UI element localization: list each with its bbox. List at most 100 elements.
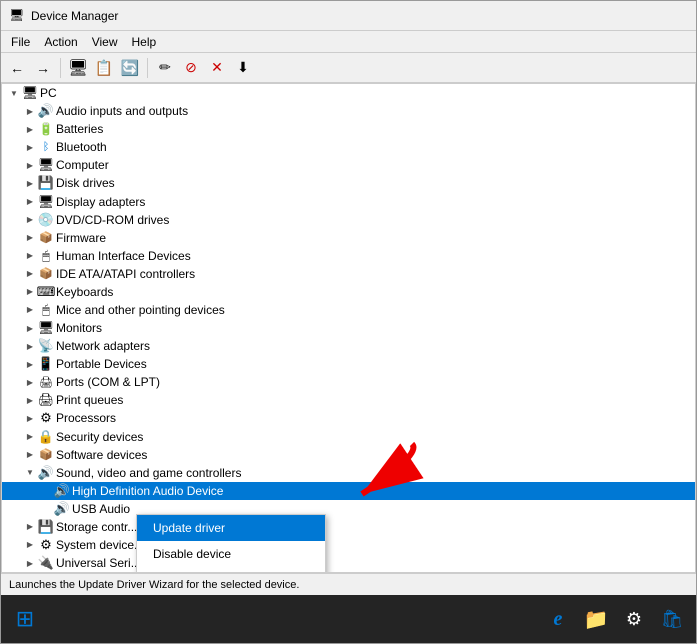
- taskbar-folder-icon[interactable]: 📁: [580, 603, 612, 635]
- pc-label: PC: [40, 86, 57, 100]
- pc-icon: 🖥: [22, 85, 38, 101]
- pc-button[interactable]: 🖥: [66, 56, 90, 80]
- tree-item-audio[interactable]: ▶ 🔊 Audio inputs and outputs: [2, 102, 695, 120]
- tree-item-storage[interactable]: ▶ 💾 Storage contr...: [2, 518, 695, 536]
- back-button[interactable]: ←: [5, 56, 29, 80]
- tree-item-network[interactable]: ▶ 📡 Network adapters: [2, 337, 695, 355]
- refresh-button[interactable]: 🔄: [118, 56, 142, 80]
- tree-item-printqueues[interactable]: ▶ 🖨 Print queues: [2, 391, 695, 409]
- tree-item-keyboards[interactable]: ▶ ⌨ Keyboards: [2, 283, 695, 301]
- tree-item-batteries[interactable]: ▶ 🔋 Batteries: [2, 120, 695, 138]
- tree-item-diskdrives[interactable]: ▶ 💾 Disk drives: [2, 174, 695, 192]
- expand-printqueues[interactable]: ▶: [22, 392, 38, 408]
- tree-item-security[interactable]: ▶ 🔒 Security devices: [2, 427, 695, 445]
- ctx-disable-device[interactable]: Disable device: [137, 541, 325, 567]
- expand-dvdrom[interactable]: ▶: [22, 212, 38, 228]
- expand-processors[interactable]: ▶: [22, 410, 38, 426]
- expand-pc[interactable]: ▼: [6, 85, 22, 101]
- menu-view[interactable]: View: [86, 33, 124, 51]
- tree-item-usbaudio[interactable]: 🔊 USB Audio: [2, 500, 695, 518]
- menu-help[interactable]: Help: [126, 33, 163, 51]
- tree-item-software[interactable]: ▶ 📦 Software devices: [2, 446, 695, 464]
- disable-button[interactable]: ⊘: [179, 56, 203, 80]
- tree-item-usb[interactable]: ▶ 🔌 Universal Seri...: [2, 554, 695, 572]
- expand-ide[interactable]: ▶: [22, 266, 38, 282]
- taskbar: ⊞ e 📁 ⚙ 🛍: [1, 595, 696, 643]
- expand-hid[interactable]: ▶: [22, 248, 38, 264]
- taskbar-edge-icon[interactable]: e: [542, 603, 574, 635]
- tree-item-mice[interactable]: ▶ 🖱 Mice and other pointing devices: [2, 301, 695, 319]
- expand-bluetooth[interactable]: ▶: [22, 139, 38, 155]
- system-label: System device...: [56, 538, 144, 552]
- monitors-icon: 🖥: [38, 320, 54, 336]
- processors-label: Processors: [56, 411, 116, 425]
- expand-storage[interactable]: ▶: [22, 519, 38, 535]
- expand-system[interactable]: ▶: [22, 537, 38, 553]
- expand-audio[interactable]: ▶: [22, 103, 38, 119]
- batteries-label: Batteries: [56, 122, 103, 136]
- tree-item-sound[interactable]: ▼ 🔊 Sound, video and game controllers: [2, 464, 695, 482]
- tree-item-system[interactable]: ▶ ⚙ System device...: [2, 536, 695, 554]
- printqueues-label: Print queues: [56, 393, 123, 407]
- tree-item-ide[interactable]: ▶ 📦 IDE ATA/ATAPI controllers: [2, 265, 695, 283]
- expand-monitors[interactable]: ▶: [22, 320, 38, 336]
- expand-usb[interactable]: ▶: [22, 555, 38, 571]
- taskbar-store-icon[interactable]: 🛍: [656, 603, 688, 635]
- network-icon: 📡: [38, 338, 54, 354]
- software-label: Software devices: [56, 448, 147, 462]
- tree-item-firmware[interactable]: ▶ 📦 Firmware: [2, 229, 695, 247]
- tree-item-pc[interactable]: ▼ 🖥 PC: [2, 84, 695, 102]
- tree-item-processors[interactable]: ▶ ⚙ Processors: [2, 409, 695, 427]
- expand-keyboards[interactable]: ▶: [22, 284, 38, 300]
- security-label: Security devices: [56, 430, 143, 444]
- tree-item-highdefinition[interactable]: 🔊 High Definition Audio Device: [2, 482, 695, 500]
- storage-icon: 💾: [38, 519, 54, 535]
- properties-toolbar-button[interactable]: 📋: [92, 56, 116, 80]
- tree-item-monitors[interactable]: ▶ 🖥 Monitors: [2, 319, 695, 337]
- uninstall-button[interactable]: ✕: [205, 56, 229, 80]
- diskdrives-label: Disk drives: [56, 176, 115, 190]
- usb-icon: 🔌: [38, 555, 54, 571]
- update-driver-button[interactable]: ✏: [153, 56, 177, 80]
- forward-button[interactable]: →: [31, 56, 55, 80]
- expand-computer[interactable]: ▶: [22, 157, 38, 173]
- firmware-label: Firmware: [56, 231, 106, 245]
- audio-icon: 🔊: [38, 103, 54, 119]
- expand-display[interactable]: ▶: [22, 194, 38, 210]
- display-label: Display adapters: [56, 195, 145, 209]
- expand-ports[interactable]: ▶: [22, 374, 38, 390]
- dvdrom-icon: 💿: [38, 212, 54, 228]
- system-icon: ⚙: [38, 537, 54, 553]
- taskbar-windows-icon[interactable]: ⊞: [9, 603, 41, 635]
- menu-action[interactable]: Action: [38, 33, 83, 51]
- expand-sound[interactable]: ▼: [22, 465, 38, 481]
- sound-label: Sound, video and game controllers: [56, 466, 241, 480]
- taskbar-settings-icon[interactable]: ⚙: [618, 603, 650, 635]
- expand-batteries[interactable]: ▶: [22, 121, 38, 137]
- usbaudio-icon: 🔊: [54, 501, 70, 517]
- tree-item-hid[interactable]: ▶ 🖱 Human Interface Devices: [2, 247, 695, 265]
- toolbar-sep-2: [147, 58, 148, 78]
- keyboards-label: Keyboards: [56, 285, 113, 299]
- tree-item-display[interactable]: ▶ 🖥 Display adapters: [2, 192, 695, 210]
- tree-item-portable[interactable]: ▶ 📱 Portable Devices: [2, 355, 695, 373]
- expand-diskdrives[interactable]: ▶: [22, 175, 38, 191]
- diskdrives-icon: 💾: [38, 175, 54, 191]
- ctx-update-driver[interactable]: Update driver: [137, 515, 325, 541]
- highdefinition-label: High Definition Audio Device: [72, 484, 223, 498]
- device-tree[interactable]: ▼ 🖥 PC ▶ 🔊 Audio inputs and outputs ▶ 🔋 …: [1, 83, 696, 573]
- expand-network[interactable]: ▶: [22, 338, 38, 354]
- tree-item-computer[interactable]: ▶ 🖥 Computer: [2, 156, 695, 174]
- expand-portable[interactable]: ▶: [22, 356, 38, 372]
- expand-mice[interactable]: ▶: [22, 302, 38, 318]
- expand-security[interactable]: ▶: [22, 429, 38, 445]
- dvdrom-label: DVD/CD-ROM drives: [56, 213, 169, 227]
- tree-item-bluetooth[interactable]: ▶ ᛒ Bluetooth: [2, 138, 695, 156]
- scan-button[interactable]: ⬇: [231, 56, 255, 80]
- tree-item-ports[interactable]: ▶ 🖨 Ports (COM & LPT): [2, 373, 695, 391]
- toolbar-sep-1: [60, 58, 61, 78]
- menu-file[interactable]: File: [5, 33, 36, 51]
- expand-firmware[interactable]: ▶: [22, 230, 38, 246]
- tree-item-dvdrom[interactable]: ▶ 💿 DVD/CD-ROM drives: [2, 211, 695, 229]
- expand-software[interactable]: ▶: [22, 447, 38, 463]
